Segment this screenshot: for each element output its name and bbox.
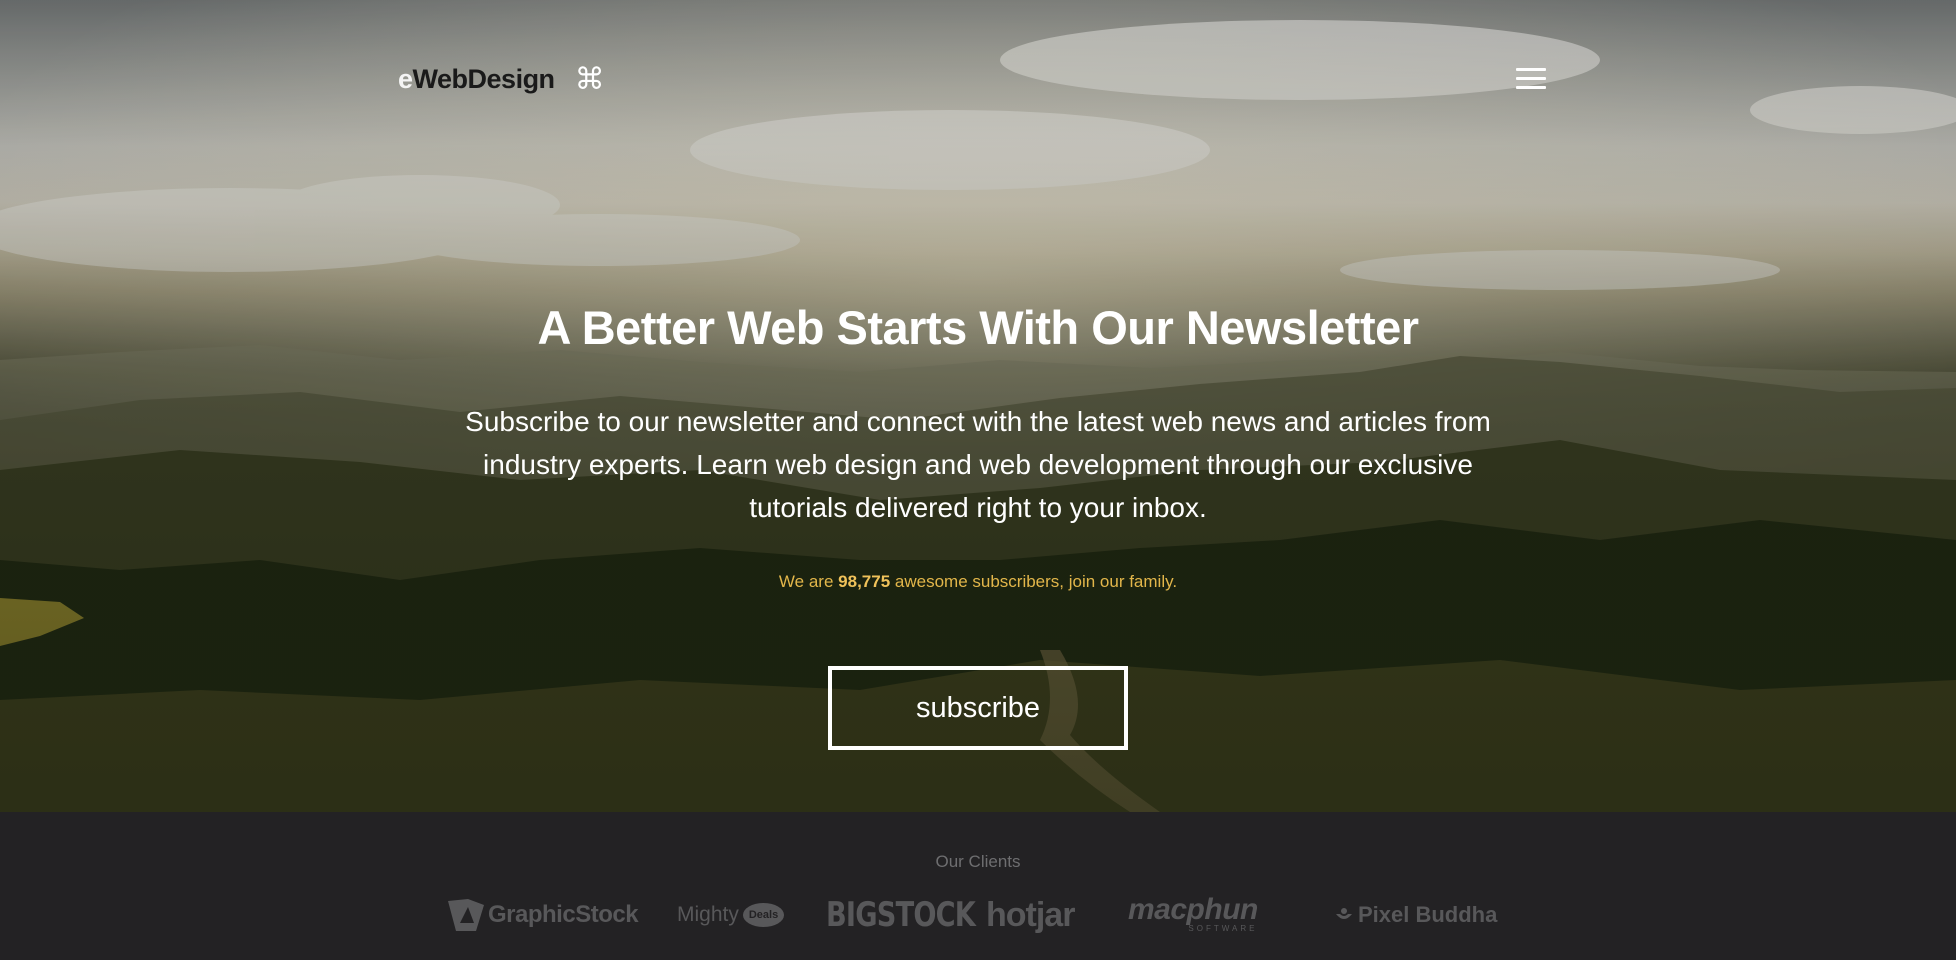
hamburger-menu-icon[interactable] <box>1516 68 1546 90</box>
pixelbuddha-logo[interactable]: Pixel Buddha <box>1334 890 1497 940</box>
mightydeals-logo[interactable]: Mighty Deals <box>677 890 785 940</box>
hero-description-line: tutorials delivered right to your inbox. <box>749 492 1207 523</box>
subscribe-button[interactable]: subscribe <box>828 666 1128 750</box>
mightydeals-badge: Deals <box>742 903 785 927</box>
subscriber-suffix: awesome subscribers, join our family. <box>894 572 1178 591</box>
mightydeals-wordmark: Mighty <box>677 903 739 926</box>
hero-description-line: Subscribe to our newsletter and connect … <box>465 406 1491 437</box>
graphicstock-wordmark: GraphicStock <box>488 901 639 928</box>
site-logo[interactable]: e WebDesign ⌘ <box>398 62 605 97</box>
hero-description-line: industry experts. Learn web design and w… <box>483 449 1473 480</box>
logo-text: WebDesign <box>412 64 556 94</box>
logo-e-letter: e <box>398 64 413 94</box>
hero-description: Subscribe to our newsletter and connect … <box>418 400 1538 529</box>
hotjar-wordmark: hotjar <box>986 895 1075 934</box>
bigstock-logo[interactable]: BIGSTOCK <box>826 890 1012 940</box>
menu-line <box>1516 68 1546 71</box>
clients-title: Our Clients <box>935 852 1021 871</box>
hero-headline: A Better Web Starts With Our Newsletter <box>537 301 1419 354</box>
subscriber-prefix: We are <box>778 572 834 591</box>
subscriber-count-text: We are 98,775 awesome subscribers, join … <box>0 572 1956 592</box>
macphun-subtitle: SOFTWARE <box>1188 924 1258 933</box>
menu-line <box>1516 77 1546 80</box>
hotjar-logo[interactable]: hotjar <box>986 890 1075 940</box>
subscriber-count: 98,775 <box>838 572 891 591</box>
pixelbuddha-mark-icon <box>1336 908 1352 919</box>
graphicstock-logo[interactable]: GraphicStock <box>446 890 639 940</box>
clients-section: Our Clients GraphicStock Mighty Deals BI… <box>0 812 1956 960</box>
menu-line <box>1516 86 1546 89</box>
bigstock-wordmark: BIGSTOCK <box>826 895 976 935</box>
macphun-wordmark: macphun <box>1128 893 1258 926</box>
command-key-icon: ⌘ <box>574 63 605 96</box>
macphun-logo[interactable]: macphun SOFTWARE <box>1128 890 1258 940</box>
pixelbuddha-wordmark: Pixel Buddha <box>1358 902 1498 927</box>
graphicstock-mark-icon <box>448 899 484 931</box>
hero-section: e WebDesign ⌘ A Better Web Starts With O… <box>0 0 1956 812</box>
